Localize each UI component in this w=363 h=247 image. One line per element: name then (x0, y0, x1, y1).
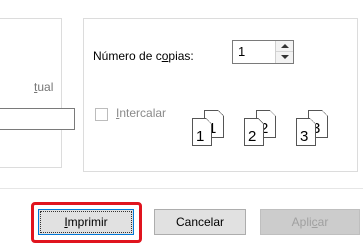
apply-button-label-after: ar (317, 215, 329, 229)
collate-checkbox[interactable] (95, 108, 108, 121)
arrow-down-icon (281, 55, 289, 59)
arrow-up-icon (281, 44, 289, 48)
current-page-label-rest: ual (37, 80, 54, 94)
collate-label: Intercalar (116, 106, 166, 120)
copies-label: Número de copias: (93, 49, 194, 63)
page-range-input[interactable] (0, 108, 75, 130)
sheet-front-3: 3 (296, 118, 316, 146)
collate-label-rest: ntercalar (119, 106, 167, 120)
print-dialog-fragment: tual Número de copias: 1 Intercalar 1 1 … (0, 0, 363, 247)
page-pair-2: 2 2 (242, 110, 288, 158)
copies-label-before: Número de c (93, 49, 162, 63)
page-pair-1: 1 1 (190, 110, 236, 158)
copies-spin-buttons (275, 41, 293, 63)
sheet-front-1: 1 (192, 118, 212, 146)
current-page-label: tual (34, 80, 53, 94)
sheet-number: 1 (196, 128, 205, 145)
apply-button[interactable]: Aplicar (260, 209, 360, 235)
page-pair-3: 3 3 (294, 110, 340, 158)
collate-preview-icon: 1 1 2 2 3 3 (190, 110, 350, 158)
copies-decrement-button[interactable] (276, 52, 293, 63)
copies-label-after: pias: (168, 49, 194, 63)
sheet-number: 3 (300, 128, 309, 145)
apply-button-label-before: Apli (291, 215, 312, 229)
highlight-annotation (31, 202, 142, 243)
copies-stepper[interactable]: 1 (232, 40, 294, 64)
copies-value[interactable]: 1 (238, 44, 245, 59)
sheet-number: 2 (248, 128, 257, 145)
footer-divider (0, 188, 363, 189)
copies-increment-button[interactable] (276, 41, 293, 52)
cancel-button[interactable]: Cancelar (154, 209, 246, 235)
sheet-front-2: 2 (244, 118, 264, 146)
